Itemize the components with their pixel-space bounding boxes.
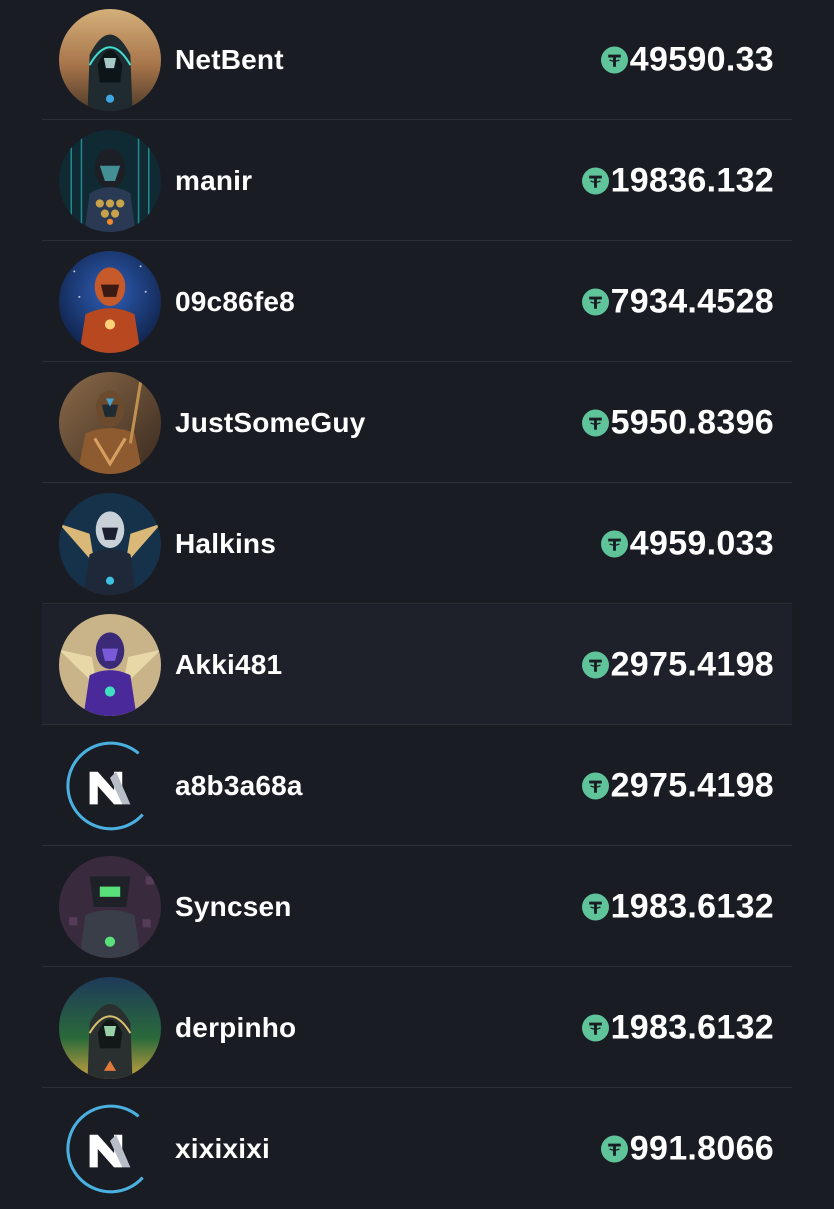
balance-value: 7934.4528	[610, 282, 774, 320]
balance: 4959.033	[600, 524, 774, 563]
cyber-helmet-avatar	[59, 129, 161, 232]
player-name: NetBent	[175, 43, 284, 75]
tether-coin-icon	[600, 46, 628, 73]
player-name: Halkins	[175, 527, 276, 559]
player-name: a8b3a68a	[175, 769, 303, 801]
nx-logo-avatar	[59, 1098, 161, 1200]
tether-coin-icon	[581, 893, 609, 920]
red-armor-avatar	[59, 250, 161, 353]
purple-winged-avatar	[59, 613, 161, 716]
player-name: derpinho	[175, 1011, 297, 1043]
tether-coin-icon	[581, 288, 609, 315]
balance: 1983.6132	[581, 887, 774, 926]
balance-value: 4959.033	[629, 524, 774, 562]
player-name: Akki481	[175, 648, 283, 680]
avatar[interactable]	[59, 250, 161, 353]
tether-coin-icon	[581, 651, 609, 678]
balance: 1983.6132	[581, 1008, 774, 1047]
leaderboard-row[interactable]: Syncsen 1983.6132	[42, 847, 792, 967]
tether-coin-icon	[600, 1135, 628, 1163]
balance-value: 1983.6132	[610, 887, 774, 925]
avatar[interactable]	[59, 613, 161, 716]
avatar[interactable]	[59, 492, 161, 595]
leaderboard-row[interactable]: xixixixi 991.8066	[42, 1089, 792, 1209]
leaderboard-row[interactable]: Halkins 4959.033	[42, 484, 792, 604]
balance: 2975.4198	[581, 645, 774, 684]
balance-value: 19836.132	[610, 161, 774, 199]
avatar[interactable]	[59, 734, 161, 837]
player-name: xixixixi	[175, 1133, 271, 1164]
leaderboard-row[interactable]: 09c86fe8 7934.4528	[42, 242, 792, 362]
leaderboard-row[interactable]: JustSomeGuy 5950.8396	[42, 363, 792, 483]
avatar[interactable]	[59, 855, 161, 958]
leaderboard-list: NetBent 49590.33 manir 19836.132 09c86fe…	[42, 0, 792, 1200]
winged-knight-avatar	[59, 492, 161, 595]
leaderboard-row[interactable]: a8b3a68a 2975.4198	[42, 726, 792, 846]
leaderboard-row[interactable]: derpinho 1983.6132	[42, 968, 792, 1088]
avatar[interactable]	[59, 1098, 161, 1200]
player-name: JustSomeGuy	[175, 406, 366, 438]
balance: 2975.4198	[581, 766, 774, 805]
tether-coin-icon	[581, 167, 609, 194]
bronze-warrior-avatar	[59, 371, 161, 474]
hooded-figure-avatar	[59, 8, 161, 111]
hooded-landscape-avatar	[59, 976, 161, 1079]
player-name: manir	[175, 164, 253, 196]
balance: 991.8066	[600, 1129, 774, 1169]
balance-value: 2975.4198	[610, 766, 774, 804]
balance: 49590.33	[600, 40, 774, 79]
balance: 5950.8396	[581, 403, 774, 442]
balance: 7934.4528	[581, 282, 774, 321]
avatar[interactable]	[59, 8, 161, 111]
leaderboard-row[interactable]: manir 19836.132	[42, 121, 792, 241]
avatar[interactable]	[59, 371, 161, 474]
balance-value: 49590.33	[629, 40, 774, 78]
player-name: Syncsen	[175, 890, 292, 922]
nx-logo-avatar	[59, 734, 161, 837]
player-name: 09c86fe8	[175, 285, 295, 317]
balance-value: 1983.6132	[610, 1008, 774, 1046]
balance: 19836.132	[581, 161, 774, 200]
tether-coin-icon	[581, 772, 609, 799]
avatar[interactable]	[59, 976, 161, 1079]
green-visor-avatar	[59, 855, 161, 958]
tether-coin-icon	[600, 530, 628, 557]
tether-coin-icon	[581, 409, 609, 436]
leaderboard-row[interactable]: NetBent 49590.33	[42, 0, 792, 120]
tether-coin-icon	[581, 1014, 609, 1041]
balance-value: 2975.4198	[610, 645, 774, 683]
avatar[interactable]	[59, 129, 161, 232]
leaderboard-row[interactable]: Akki481 2975.4198	[42, 605, 792, 725]
balance-value: 991.8066	[629, 1129, 774, 1168]
balance-value: 5950.8396	[610, 403, 774, 441]
